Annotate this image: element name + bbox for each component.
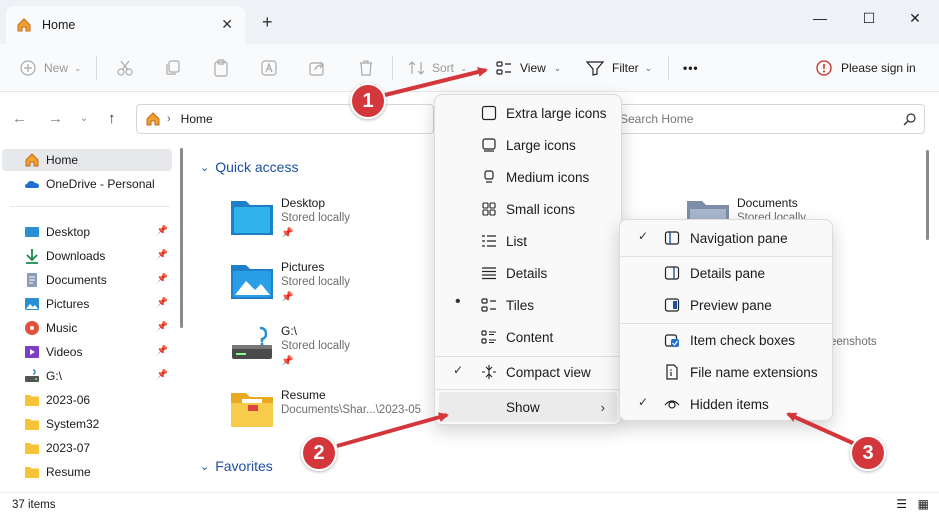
arrow-1	[384, 67, 488, 97]
annotation-badge-1: 1	[350, 83, 386, 119]
annotation-badge-3: 3	[850, 435, 886, 471]
annotation-badge-2: 2	[301, 435, 337, 471]
arrow-2	[336, 412, 449, 448]
arrow-3	[786, 412, 856, 446]
annotation-arrows	[336, 67, 856, 448]
